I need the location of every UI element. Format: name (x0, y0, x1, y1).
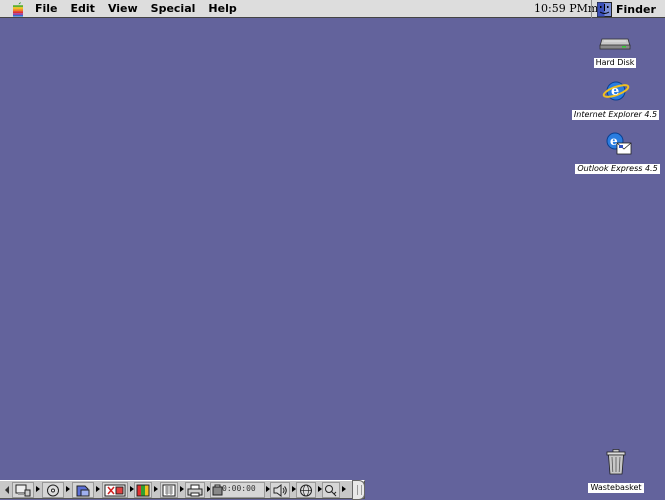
menu-edit[interactable]: Edit (71, 0, 95, 18)
appletalk-icon[interactable] (12, 482, 34, 498)
desktop-icon-hard-disk[interactable]: Hard Disk (590, 34, 640, 69)
desktop-icon-wastebasket[interactable]: Wastebasket (586, 449, 646, 494)
application-menu[interactable]: Finder (597, 1, 656, 17)
menu-view[interactable]: View (108, 0, 138, 18)
wastebasket-label: Wastebasket (588, 483, 644, 493)
cd-player-icon[interactable] (42, 482, 64, 498)
hard-disk-icon (599, 38, 631, 50)
file-sharing-icon[interactable] (72, 482, 94, 498)
trash-icon (606, 449, 626, 475)
keychain-icon[interactable] (322, 482, 340, 498)
app-name: Finder (616, 2, 656, 16)
menu-items: File Edit View Special Help (35, 0, 250, 18)
menu-help[interactable]: Help (208, 0, 236, 18)
internet-explorer-icon: e (602, 81, 629, 101)
menu-divider (591, 0, 592, 18)
control-strip-tab[interactable] (352, 480, 365, 500)
sound-volume-icon[interactable] (270, 482, 290, 498)
desktop-icon-internet-explorer[interactable]: e Internet Explorer 4.5 (566, 80, 665, 121)
outlook-express-icon: e (606, 132, 631, 155)
monitor-bitdepth-icon[interactable] (134, 482, 152, 498)
internet-explorer-label: Internet Explorer 4.5 (571, 110, 660, 120)
monitor-resolution-icon[interactable] (160, 482, 178, 498)
control-strip: 0:00:00 (0, 480, 365, 500)
menu-file[interactable]: File (35, 0, 58, 18)
apple-menu-icon[interactable] (10, 1, 26, 17)
location-manager-icon[interactable] (102, 482, 128, 498)
web-sharing-icon[interactable] (296, 482, 316, 498)
hard-disk-label: Hard Disk (593, 58, 637, 68)
menu-special[interactable]: Special (151, 0, 196, 18)
strip-scroll-left[interactable] (2, 482, 12, 498)
desktop-icon-outlook-express[interactable]: e Outlook Express 4.5 (570, 132, 665, 175)
printer-icon[interactable] (185, 482, 205, 498)
menu-bar: File Edit View Special Help 10:59 PMm Fi… (0, 0, 665, 18)
outlook-express-label: Outlook Express 4.5 (575, 164, 660, 174)
finder-icon (597, 1, 612, 17)
menu-clock[interactable]: 10:59 PMm (534, 0, 598, 17)
svg-text:e: e (611, 84, 619, 99)
remote-access-timer: 0:00:00 (222, 484, 256, 493)
